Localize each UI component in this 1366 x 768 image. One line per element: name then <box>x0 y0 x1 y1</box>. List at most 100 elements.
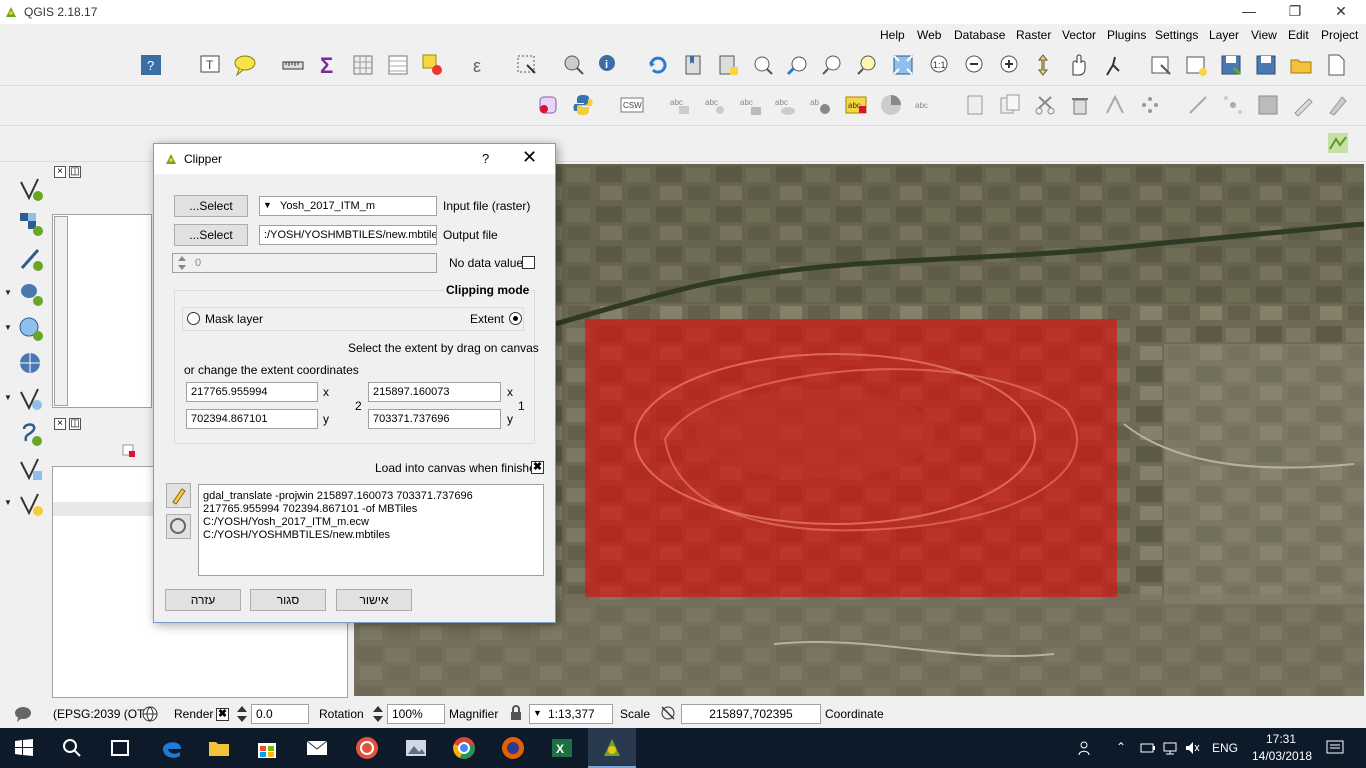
magnifier-input[interactable]: 100% <box>387 704 445 724</box>
add-raster-layer-icon[interactable] <box>18 211 44 237</box>
refresh-icon[interactable] <box>646 53 670 77</box>
menu-project[interactable]: Project <box>1321 28 1358 42</box>
select-by-expression-icon[interactable]: ε <box>469 53 493 77</box>
toggle-extents-icon[interactable] <box>660 705 676 721</box>
pin-labels-icon[interactable]: abc <box>704 93 728 117</box>
print-composer-icon[interactable] <box>1149 53 1173 77</box>
coordinate-input[interactable]: 215897,702395 <box>681 704 821 724</box>
show-hide-labels-icon[interactable]: abc <box>774 93 798 117</box>
plugin-icon[interactable] <box>536 93 560 117</box>
notification-center-icon[interactable] <box>1326 739 1344 757</box>
field-calculator-icon[interactable] <box>351 53 375 77</box>
zoom-last-icon[interactable] <box>751 53 775 77</box>
change-label-icon[interactable]: abc <box>914 93 938 117</box>
nodata-spinbox[interactable]: 0 <box>172 253 437 273</box>
identify-icon[interactable] <box>562 53 586 77</box>
zoom-to-selection-icon[interactable] <box>821 53 845 77</box>
float-panel-icon[interactable]: ◫ <box>69 166 81 178</box>
y2-field[interactable]: 703371.737696 <box>368 409 501 429</box>
add-feature-icon[interactable] <box>1138 93 1162 117</box>
rotation-input[interactable]: 0.0 <box>251 704 309 724</box>
show-bookmarks-icon[interactable] <box>716 53 740 77</box>
spiral-app-icon[interactable] <box>355 736 379 760</box>
menu-plugins[interactable]: Plugins <box>1107 28 1146 42</box>
select-features-icon[interactable] <box>515 53 539 77</box>
highlight-pinned-labels-icon[interactable]: abc <box>739 93 763 117</box>
scale-dropdown-icon[interactable]: ▼ <box>533 708 542 718</box>
menu-view[interactable]: View <box>1251 28 1277 42</box>
layers-scrollbar[interactable] <box>54 216 68 406</box>
delete-selected-icon[interactable] <box>1068 93 1092 117</box>
edit-command-button[interactable] <box>166 483 191 508</box>
move-label-icon[interactable]: ab <box>809 93 833 117</box>
load-canvas-checkbox[interactable]: ✖ <box>531 461 544 474</box>
lock-scale-icon[interactable] <box>509 705 523 721</box>
chrome-icon[interactable] <box>452 736 476 760</box>
expand-arrow-icon[interactable]: ▼ <box>4 498 12 507</box>
cut-features-icon[interactable] <box>1033 93 1057 117</box>
qgis-taskbar-button[interactable] <box>588 728 636 768</box>
pan-map-icon[interactable] <box>1066 53 1090 77</box>
digitize-icon[interactable] <box>1326 93 1350 117</box>
pan-to-selection-icon[interactable] <box>1031 53 1055 77</box>
browser-row[interactable] <box>53 502 153 516</box>
menu-help[interactable]: Help <box>880 28 905 42</box>
attribute-table-icon[interactable] <box>386 53 410 77</box>
file-explorer-icon[interactable] <box>207 736 231 760</box>
messages-icon[interactable] <box>14 706 32 722</box>
menu-raster[interactable]: Raster <box>1016 28 1051 42</box>
command-textbox[interactable]: gdal_translate -projwin 215897.160073 70… <box>198 484 544 576</box>
new-shapefile-layer-icon[interactable] <box>18 491 44 517</box>
excel-icon[interactable]: X <box>550 736 574 760</box>
input-select-button[interactable]: ...Select <box>174 195 248 217</box>
zoom-to-layer-icon[interactable] <box>856 53 880 77</box>
mask-layer-radio[interactable] <box>187 312 200 325</box>
new-composer-icon[interactable] <box>1184 53 1208 77</box>
expand-arrow-icon[interactable]: ▼ <box>4 323 12 332</box>
measure-line-icon[interactable] <box>281 53 305 77</box>
task-view-icon[interactable] <box>108 736 132 760</box>
close-panel-icon[interactable]: × <box>54 166 66 178</box>
expand-arrow-icon[interactable]: ▼ <box>4 393 12 402</box>
menu-edit[interactable]: Edit <box>1288 28 1309 42</box>
save-layer-edits-icon[interactable] <box>1256 93 1280 117</box>
volume-muted-icon[interactable] <box>1184 740 1200 756</box>
add-wfs-layer-icon[interactable] <box>18 386 44 412</box>
menu-settings[interactable]: Settings <box>1155 28 1198 42</box>
magnifier-spinner-icon[interactable] <box>371 704 385 724</box>
statistical-summary-icon[interactable]: Σ <box>316 53 340 77</box>
crs-label[interactable]: (EPSG:2039 (OTF <box>53 707 152 721</box>
show-hidden-icons-icon[interactable]: ⌃ <box>1116 740 1126 754</box>
nodata-spinner-icon[interactable] <box>176 255 188 271</box>
ok-button[interactable]: אישור <box>336 589 412 611</box>
maximize-button[interactable]: ❐ <box>1272 0 1318 24</box>
expand-arrow-icon[interactable]: ▼ <box>4 288 12 297</box>
render-checkbox[interactable]: ✖ <box>216 708 229 721</box>
python-console-icon[interactable] <box>571 93 595 117</box>
text-annotation-icon[interactable]: T <box>198 53 222 77</box>
x1-field[interactable]: 217765.955994 <box>186 382 318 402</box>
photo-viewer-icon[interactable] <box>404 736 428 760</box>
zoom-out-icon[interactable] <box>961 53 985 77</box>
dialog-close-button[interactable]: ✕ <box>522 147 537 168</box>
add-postgis-layer-icon[interactable] <box>18 281 44 307</box>
copy-features-icon[interactable] <box>998 93 1022 117</box>
clock-date[interactable]: 14/03/2018 <box>1252 749 1312 763</box>
diagram-icon[interactable] <box>879 93 903 117</box>
deselect-features-icon[interactable] <box>421 53 445 77</box>
mail-icon[interactable] <box>305 736 329 760</box>
add-delimited-text-icon[interactable] <box>18 246 44 272</box>
reset-command-button[interactable] <box>166 514 191 539</box>
add-point-icon[interactable] <box>1221 93 1245 117</box>
rotation-spinner-icon[interactable] <box>235 704 249 724</box>
menu-vector[interactable]: Vector <box>1062 28 1096 42</box>
edge-browser-icon[interactable] <box>160 736 184 760</box>
nodata-checkbox[interactable] <box>522 256 535 269</box>
current-edits-icon[interactable] <box>963 93 987 117</box>
menu-layer[interactable]: Layer <box>1209 28 1239 42</box>
windows-start-icon[interactable] <box>12 736 36 760</box>
x2-field[interactable]: 215897.160073 <box>368 382 501 402</box>
map-plugin-icon[interactable] <box>1326 131 1350 155</box>
save-project-icon[interactable] <box>1254 53 1278 77</box>
store-icon[interactable] <box>255 736 279 760</box>
